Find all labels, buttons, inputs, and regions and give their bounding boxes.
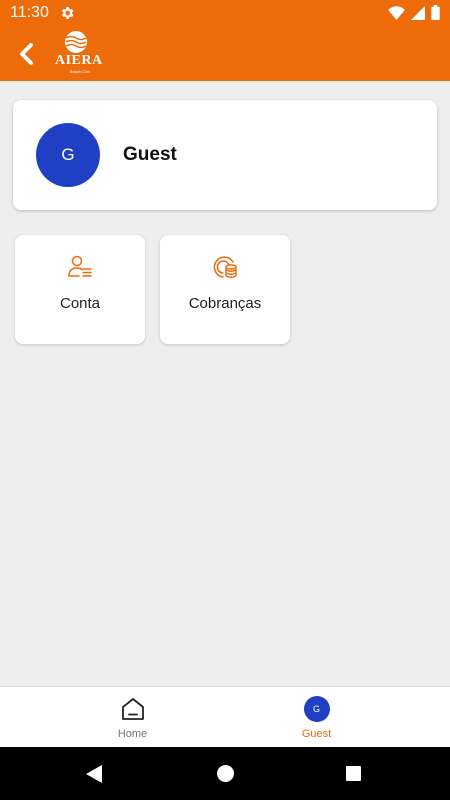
avatar-initial: G: [61, 145, 75, 164]
brand-logo: AIERA Beach Club: [55, 29, 103, 79]
cell-signal-icon: [411, 5, 425, 20]
account-list-icon: [68, 255, 92, 277]
settings-gear-icon: [61, 7, 74, 19]
avatar: G: [36, 123, 100, 187]
nav-guest-avatar-initial: G: [312, 704, 320, 714]
logo-emblem-icon: [65, 31, 87, 53]
profile-card[interactable]: G Guest: [13, 100, 437, 210]
nav-guest-label: Guest: [301, 728, 332, 740]
coins-icon: [213, 256, 237, 278]
bottom-nav: Home G Guest: [0, 686, 450, 747]
status-bar: 11:30: [0, 0, 450, 26]
system-nav-bar: [0, 747, 450, 800]
nav-guest[interactable]: G Guest: [204, 687, 429, 748]
chevron-left-icon: [20, 43, 33, 65]
status-icons: [388, 5, 440, 20]
battery-icon: [431, 5, 440, 20]
back-button[interactable]: [10, 37, 44, 71]
profile-name: Guest: [123, 144, 177, 165]
logo-subtext: Beach Club: [69, 69, 91, 74]
status-time: 11:30: [10, 4, 49, 21]
tile-cobrancas-label: Cobranças: [188, 295, 262, 312]
home-icon: [121, 698, 144, 720]
system-home-icon[interactable]: [217, 765, 234, 782]
tile-cobrancas[interactable]: Cobranças: [160, 235, 290, 344]
logo-text: AIERA: [55, 53, 103, 68]
tile-conta[interactable]: Conta: [15, 235, 145, 344]
app-bar: AIERA Beach Club: [0, 26, 450, 81]
tile-conta-label: Conta: [59, 295, 101, 312]
nav-guest-avatar: G: [303, 696, 330, 722]
system-back-icon[interactable]: [85, 764, 103, 784]
system-recents-icon[interactable]: [346, 766, 361, 781]
wifi-icon: [388, 5, 405, 20]
